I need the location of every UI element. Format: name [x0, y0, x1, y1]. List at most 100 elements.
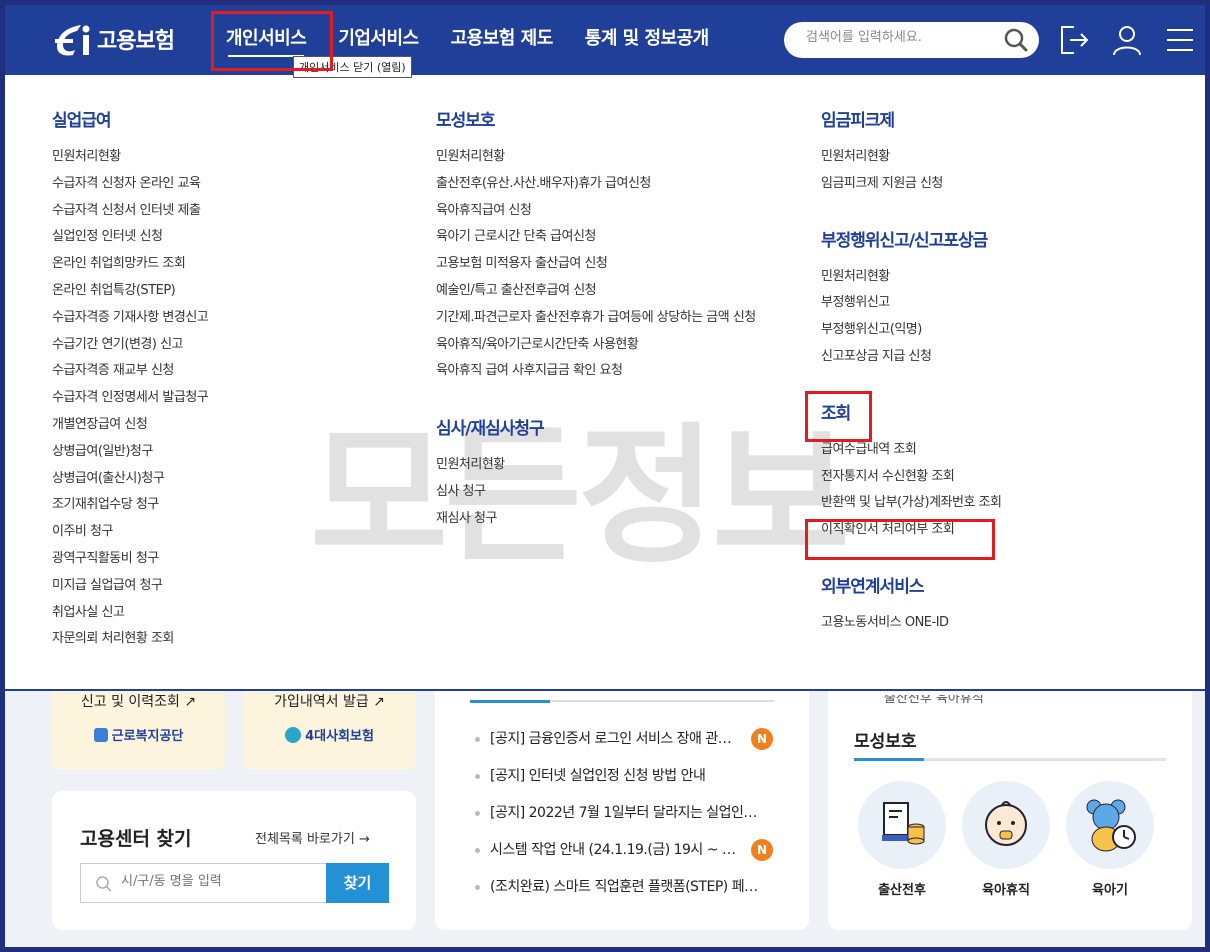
maternity-divider-accent	[854, 758, 924, 761]
menu-link[interactable]: 수급기간 연기(변경) 신고	[52, 332, 208, 359]
menu-link[interactable]: 부정행위신고(익명)	[821, 317, 1001, 344]
menu-link[interactable]: 온라인 취업희망카드 조회	[52, 251, 208, 278]
site-header: 고용보험 개인서비스 기업서비스 고용보험 제도 통계 및 정보공개	[5, 5, 1205, 75]
childbirth-leave-label: 출산전후	[878, 883, 926, 898]
menu-group-list: 고용노동서비스 ONE-ID	[821, 610, 1001, 637]
menu-link[interactable]: 민원처리현황	[436, 452, 756, 479]
menu-link[interactable]: 반환액 및 납부(가상)계좌번호 조회	[821, 490, 1002, 517]
notice-item[interactable]: 시스템 작업 안내 (24.1.19.(금) 19시 ~ …	[475, 839, 736, 859]
external-link-icon: ↗	[373, 694, 385, 710]
menu-link[interactable]: 수급자격 신청자 온라인 교육	[52, 171, 208, 198]
logo-text: 고용보험	[97, 29, 175, 54]
search-icon	[96, 876, 112, 892]
menu-group-title-wage-peak[interactable]: 임금피크제	[821, 108, 1001, 134]
menu-link[interactable]: 수급자격증 재교부 신청	[52, 358, 208, 385]
notice-item[interactable]: [공지] 금융인증서 로그인 서비스 장애 관…	[475, 728, 732, 748]
menu-group-title-inquiry[interactable]: 조회	[821, 401, 1001, 427]
document-coins-icon	[882, 802, 925, 845]
menu-link[interactable]: 조기재취업수당 청구	[52, 492, 208, 519]
notice-item[interactable]: [공지] 인터넷 실업인정 신청 방법 안내	[475, 765, 706, 785]
external-link-icon: ↗	[184, 694, 197, 710]
menu-link[interactable]: 수급자격증 기재사항 변경신고	[52, 305, 209, 332]
menu-link[interactable]: 취업사실 신고	[52, 600, 208, 627]
notice-item[interactable]: [공지] 2022년 7월 1일부터 달라지는 실업인…	[475, 802, 757, 822]
menu-link[interactable]: 육아휴직/육아기근로시간단축 사용현황	[436, 332, 756, 359]
quick-card-label: 신고 및 이력조회	[80, 694, 180, 710]
menu-link[interactable]: 전자통지서 수신현황 조회	[821, 464, 1001, 491]
menu-group-title-fraud-report[interactable]: 부정행위신고/신고포상금	[821, 228, 1001, 254]
menu-column-3: 임금피크제 민원처리현황 임금피크제 지원금 신청 부정행위신고/신고포상금 민원…	[821, 108, 1002, 637]
job-center-input-wrap	[80, 863, 326, 903]
menu-icon[interactable]	[1162, 22, 1198, 58]
menu-link[interactable]: 임금피크제 지원금 신청	[821, 171, 1001, 198]
site-logo[interactable]: 고용보험	[51, 17, 175, 61]
menu-link[interactable]: 개별연장급여 신청	[52, 412, 208, 439]
menu-link[interactable]: 육아휴직 급여 사후지급금 확인 요청	[436, 358, 756, 385]
menu-link[interactable]: 육아기 근로시간 단축 급여신청	[436, 224, 756, 251]
new-badge: N	[751, 728, 773, 750]
parental-leave-label: 육아휴직	[982, 883, 1030, 898]
nav-tooltip: 개인서비스 닫기 (열림)	[293, 56, 412, 78]
job-center-search-input[interactable]	[121, 874, 316, 889]
menu-group-title-external[interactable]: 외부연계서비스	[821, 574, 1001, 600]
menu-group-title-maternity[interactable]: 모성보호	[436, 108, 756, 134]
menu-group-list: 민원처리현황 출산전후(유산.사산.배우자)휴가 급여신청 육아휴직급여 신청 육아기…	[436, 144, 756, 385]
menu-link[interactable]: 고용노동서비스 ONE-ID	[821, 610, 1001, 637]
childbirth-leave-button[interactable]	[858, 781, 946, 869]
menu-link[interactable]: 예술인/특고 출산전후급여 신청	[436, 278, 756, 305]
menu-link[interactable]: 자문의뢰 처리현황 조회	[52, 626, 208, 653]
menu-column-2: 모성보호 민원처리현황 출산전후(유산.사산.배우자)휴가 급여신청 육아휴직급여 …	[436, 108, 756, 533]
search-icon[interactable]	[1003, 27, 1029, 53]
menu-link[interactable]: 부정행위신고	[821, 290, 1001, 317]
menu-link[interactable]: 수급자격 신청서 인터넷 제출	[52, 198, 208, 225]
menu-link[interactable]: 민원처리현황	[821, 264, 1001, 291]
arrow-right-icon: →	[358, 832, 370, 847]
menu-link[interactable]: 신고포상금 지급 신청	[821, 344, 1001, 371]
menu-link[interactable]: 실업인정 인터넷 신청	[52, 224, 208, 251]
user-icon[interactable]	[1109, 22, 1145, 58]
menu-link[interactable]: 심사 청구	[436, 479, 756, 506]
org-name: 4대사회보험	[305, 729, 374, 744]
menu-link[interactable]: 상병급여(출산시)청구	[52, 466, 208, 493]
menu-link[interactable]: 광역구직활동비 청구	[52, 546, 208, 573]
menu-link[interactable]: 재심사 청구	[436, 506, 756, 533]
menu-link[interactable]: 고용보험 미적용자 출산급여 신청	[436, 251, 756, 278]
childcare-period-button[interactable]	[1066, 781, 1154, 869]
logout-icon[interactable]	[1056, 22, 1092, 58]
notice-item[interactable]: (조치완료) 스마트 직업훈련 플랫폼(STEP) 페…	[475, 876, 758, 896]
menu-link[interactable]: 민원처리현황	[821, 144, 1001, 171]
job-center-finder: 고용센터 찾기 전체목록 바로가기 → 찾기	[52, 791, 416, 930]
logo-icon	[55, 25, 90, 56]
menu-link[interactable]: 육아휴직급여 신청	[436, 198, 756, 225]
teddy-bear-clock-icon	[1086, 799, 1136, 852]
parental-leave-button[interactable]	[962, 781, 1050, 869]
new-badge: N	[751, 839, 773, 861]
nav-statistics[interactable]: 통계 및 정보공개	[569, 5, 725, 75]
job-center-search-button[interactable]: 찾기	[326, 863, 389, 903]
menu-group-list: 민원처리현황 임금피크제 지원금 신청	[821, 144, 1001, 198]
nav-insurance-system[interactable]: 고용보험 제도	[435, 5, 569, 75]
menu-link[interactable]: 상병급여(일반)청구	[52, 439, 208, 466]
menu-group-title-unemployment[interactable]: 실업급여	[52, 108, 208, 134]
menu-link[interactable]: 민원처리현황	[52, 144, 208, 171]
menu-link[interactable]: 이직확인서 처리여부 조회	[821, 517, 1001, 544]
search-box	[784, 22, 1039, 58]
job-center-title: 고용센터 찾기	[80, 828, 192, 850]
menu-link[interactable]: 급여수급내역 조회	[821, 437, 1001, 464]
job-center-list-link[interactable]: 전체목록 바로가기 →	[255, 828, 370, 847]
menu-link[interactable]: 출산전후(유산.사산.배우자)휴가 급여신청	[436, 171, 756, 198]
menu-link[interactable]: 온라인 취업특강(STEP)	[52, 278, 208, 305]
quick-card-label: 가입내역서 발급	[274, 694, 369, 710]
menu-link[interactable]: 미지급 실업급여 청구	[52, 573, 208, 600]
menu-link[interactable]: 수급자격 인정명세서 발급청구	[52, 385, 209, 412]
browser-frame: 고용보험 개인서비스 기업서비스 고용보험 제도 통계 및 정보공개 검색어를 …	[5, 5, 1205, 947]
menu-group-list: 민원처리현황 부정행위신고 부정행위신고(익명) 신고포상금 지급 신청	[821, 264, 1001, 371]
menu-link[interactable]: 이주비 청구	[52, 519, 208, 546]
baby-face-icon	[985, 801, 1027, 846]
menu-link[interactable]: 민원처리현황	[436, 144, 756, 171]
mega-menu-personal-service: 모든정보 실업급여 민원처리현황 수급자격 신청자 온라인 교육 수급자격 신청서 …	[5, 75, 1205, 691]
menu-link[interactable]: 기간제.파견근로자 출산전후휴가 급여등에 상당하는 금액 신청	[436, 305, 756, 332]
maternity-title: 모성보호	[854, 732, 917, 752]
search-input[interactable]	[806, 30, 996, 45]
menu-group-title-appeal[interactable]: 심사/재심사청구	[436, 416, 756, 442]
